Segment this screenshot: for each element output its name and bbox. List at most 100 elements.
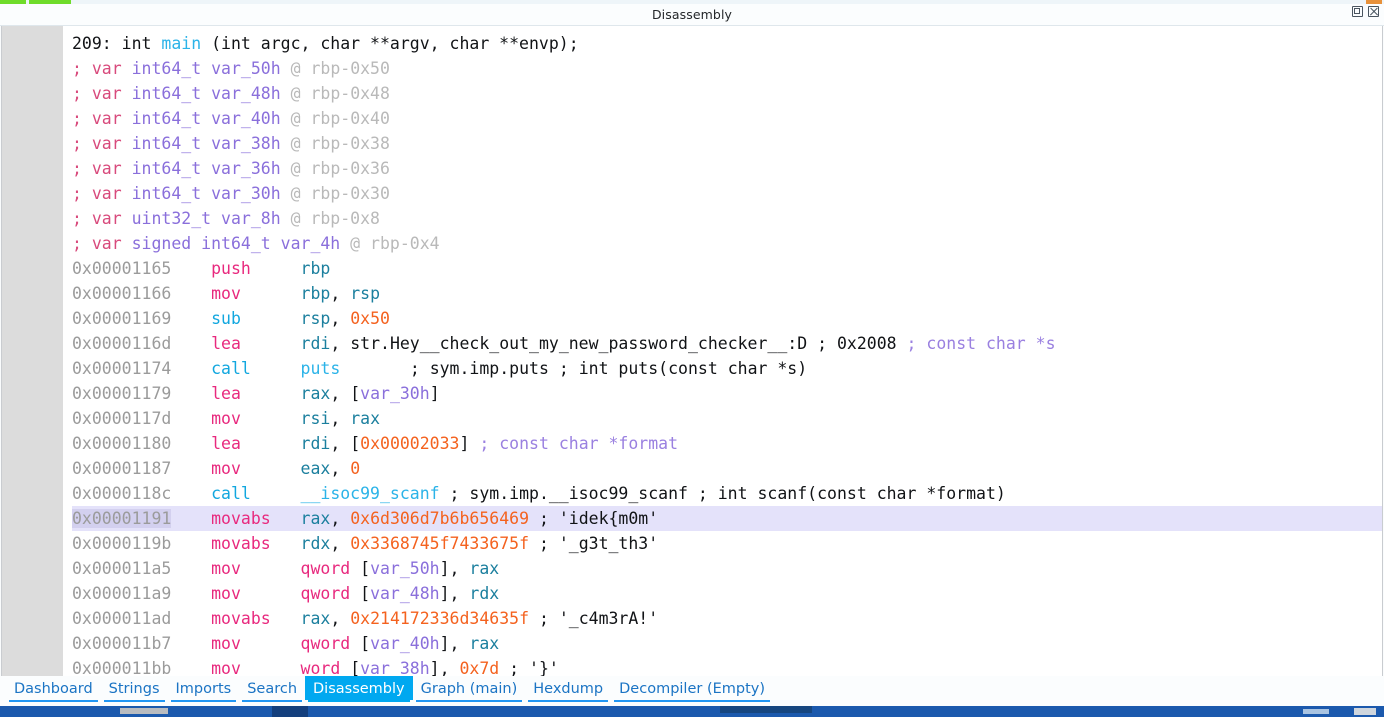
tab-disassembly[interactable]: Disassembly xyxy=(305,676,413,702)
variable-declaration-line[interactable]: ; var int64_t var_40h @ rbp-0x40 xyxy=(72,106,1382,131)
close-icon[interactable] xyxy=(1367,5,1380,18)
var-type: int64_t xyxy=(131,59,212,78)
instruction-line[interactable]: 0x00001179 lea rax, [var_30h] xyxy=(72,381,1382,406)
tab-graph[interactable]: Graph (main) xyxy=(413,676,526,702)
string-literal-token: '}' xyxy=(529,659,559,676)
instruction-line[interactable]: 0x0000119b movabs rdx, 0x3368745f7433675… xyxy=(72,531,1382,556)
text-token: str.Hey__check_out_my_new_password_check… xyxy=(350,334,808,353)
number-token: 0x6d306d7b6b656469 xyxy=(350,509,530,528)
variable-declaration-line[interactable]: ; var int64_t var_48h @ rbp-0x48 xyxy=(72,81,1382,106)
comment-separator: ; xyxy=(409,359,430,378)
window-controls xyxy=(1351,5,1380,18)
instruction-line[interactable]: 0x00001174 call puts ; sym.imp.puts ; in… xyxy=(72,356,1382,381)
tab-underline xyxy=(170,700,237,702)
var-keyword: var xyxy=(91,84,132,103)
instruction-line[interactable]: 0x000011ad movabs rax, 0x214172336d34635… xyxy=(72,606,1382,631)
accent-green-left xyxy=(0,0,26,4)
function-signature-line[interactable]: 209: int main (int argc, char **argv, ch… xyxy=(72,31,1382,56)
line-number: 209: xyxy=(72,34,112,53)
instruction-line[interactable]: 0x00001165 push rbp xyxy=(72,256,1382,281)
tab-underline xyxy=(103,700,165,702)
tab-bar[interactable]: Dashboard Strings Imports Search Disassembly… xyxy=(0,676,1384,706)
os-taskbar[interactable] xyxy=(0,706,1384,717)
instruction-line[interactable]: 0x0000117d mov rsi, rax xyxy=(72,406,1382,431)
symbol-token: puts xyxy=(300,359,341,378)
register-token: rax xyxy=(300,384,331,403)
tab-search[interactable]: Search xyxy=(239,676,305,702)
instruction-address: 0x0000117d xyxy=(72,409,172,428)
instruction-address: 0x000011a5 xyxy=(72,559,172,578)
instruction-mnemonic: call xyxy=(211,359,251,378)
taskbar-tray[interactable] xyxy=(1354,708,1376,715)
var-keyword: var xyxy=(91,134,132,153)
variable-declaration-line[interactable]: ; var int64_t var_36h @ rbp-0x36 xyxy=(72,156,1382,181)
punctuation-token: , xyxy=(330,284,351,303)
code-gutter[interactable] xyxy=(2,26,64,676)
register-token: rax xyxy=(350,409,381,428)
instruction-line[interactable]: 0x00001187 mov eax, 0 xyxy=(72,456,1382,481)
taskbar-item-a[interactable] xyxy=(120,708,168,714)
taskbar-item-c[interactable] xyxy=(720,706,812,713)
instruction-line[interactable]: 0x0000116d lea rdi, str.Hey__check_out_m… xyxy=(72,331,1382,356)
window-title: Disassembly xyxy=(651,6,733,22)
instruction-line[interactable]: 0x0000118c call __isoc99_scanf ; sym.imp… xyxy=(72,481,1382,506)
restore-inner-box xyxy=(1354,8,1360,14)
tab-dashboard[interactable]: Dashboard xyxy=(6,676,101,702)
var-keyword: var xyxy=(91,184,132,203)
variable-token: var_50h xyxy=(370,559,440,578)
function-params: (int argc, char **argv, char **envp); xyxy=(201,34,579,53)
code-lines[interactable]: 209: int main (int argc, char **argv, ch… xyxy=(72,26,1382,676)
punctuation-token: , [ xyxy=(330,434,361,453)
instruction-line[interactable]: 0x000011a9 mov qword [var_48h], rdx xyxy=(72,581,1382,606)
tab-label: Disassembly xyxy=(313,681,405,697)
instruction-address: 0x000011a9 xyxy=(72,584,172,603)
variable-token: var_38h xyxy=(360,659,430,676)
variable-declaration-line[interactable]: ; var uint32_t var_8h @ rbp-0x8 xyxy=(72,206,1382,231)
register-token: rsp xyxy=(300,309,331,328)
instruction-line[interactable]: 0x000011bb mov word [var_38h], 0x7d ; '}… xyxy=(72,656,1382,676)
register-token: rsp xyxy=(350,284,381,303)
tab-imports[interactable]: Imports xyxy=(168,676,240,702)
variable-declaration-line[interactable]: ; var int64_t var_50h @ rbp-0x50 xyxy=(72,56,1382,81)
instruction-line[interactable]: 0x00001180 lea rdi, [0x00002033] ; const… xyxy=(72,431,1382,456)
instruction-mnemonic: mov xyxy=(211,459,241,478)
variable-token: var_48h xyxy=(370,584,440,603)
restore-icon[interactable] xyxy=(1351,5,1364,18)
instruction-mnemonic: movabs xyxy=(211,509,271,528)
instruction-line[interactable]: 0x00001191 movabs rax, 0x6d306d7b6b65646… xyxy=(72,506,1382,531)
instruction-mnemonic: push xyxy=(211,259,251,278)
variable-declaration-line[interactable]: ; var int64_t var_38h @ rbp-0x38 xyxy=(72,131,1382,156)
instruction-address: 0x0000119b xyxy=(72,534,172,553)
var-type: int64_t xyxy=(131,159,212,178)
taskbar-item-b[interactable] xyxy=(272,706,308,717)
register-token: rbp xyxy=(300,284,331,303)
register-token: rdx xyxy=(469,584,500,603)
disassembly-code-area[interactable]: 209: int main (int argc, char **argv, ch… xyxy=(1,26,1383,676)
instruction-mnemonic: movabs xyxy=(211,534,271,553)
punctuation-token: , [ xyxy=(330,384,361,403)
var-offset: @ rbp-0x40 xyxy=(280,109,390,128)
instruction-address: 0x00001174 xyxy=(72,359,172,378)
punctuation-token: ], xyxy=(439,634,470,653)
text-token: sym.imp.__isoc99_scanf ; int scanf(const… xyxy=(469,484,1006,503)
instruction-mnemonic: sub xyxy=(211,309,241,328)
instruction-line[interactable]: 0x000011b7 mov qword [var_40h], rax xyxy=(72,631,1382,656)
punctuation-token: , xyxy=(330,459,351,478)
instruction-line[interactable]: 0x00001169 sub rsp, 0x50 xyxy=(72,306,1382,331)
tab-decompiler[interactable]: Decompiler (Empty) xyxy=(611,676,773,702)
instruction-address: 0x00001169 xyxy=(72,309,172,328)
instruction-line[interactable]: 0x000011a5 mov qword [var_50h], rax xyxy=(72,556,1382,581)
tab-hexdump[interactable]: Hexdump xyxy=(525,676,611,702)
punctuation-token: [ xyxy=(360,584,371,603)
instruction-line[interactable]: 0x00001166 mov rbp, rsp xyxy=(72,281,1382,306)
instruction-mnemonic: lea xyxy=(211,434,241,453)
tab-strings[interactable]: Strings xyxy=(101,676,168,702)
variable-declaration-line[interactable]: ; var signed int64_t var_4h @ rbp-0x4 xyxy=(72,231,1382,256)
variable-declaration-line[interactable]: ; var int64_t var_30h @ rbp-0x30 xyxy=(72,181,1382,206)
taskbar-item-d[interactable] xyxy=(1303,709,1329,714)
